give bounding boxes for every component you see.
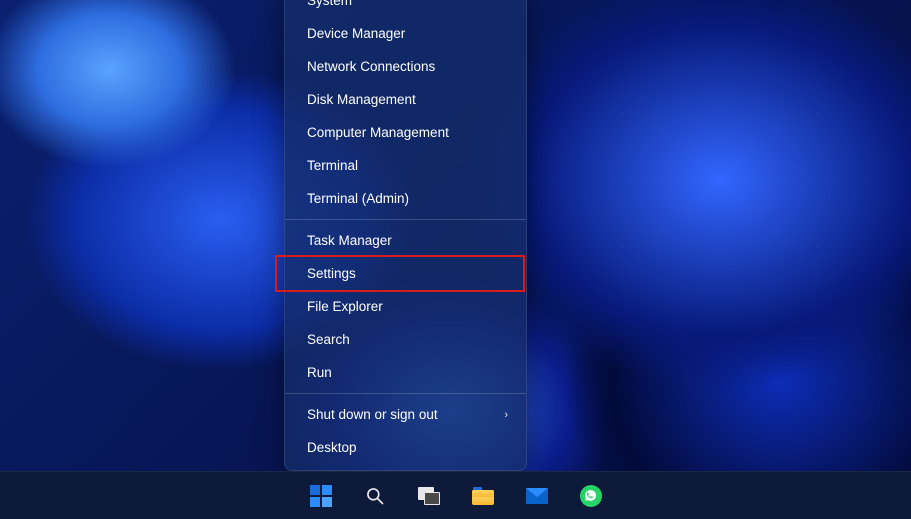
menu-label: Computer Management: [307, 125, 449, 140]
menu-item-shutdown-signout[interactable]: Shut down or sign out ›: [285, 398, 526, 431]
menu-separator: [285, 393, 526, 394]
menu-label: Shut down or sign out: [307, 407, 438, 422]
menu-label: Desktop: [307, 440, 357, 455]
menu-item-desktop[interactable]: Desktop: [285, 431, 526, 464]
mail-icon: [526, 488, 548, 504]
start-button[interactable]: [303, 478, 339, 514]
menu-item-terminal-admin[interactable]: Terminal (Admin): [285, 182, 526, 215]
menu-label: Disk Management: [307, 92, 416, 107]
file-explorer-button[interactable]: [465, 478, 501, 514]
search-button[interactable]: [357, 478, 393, 514]
menu-item-settings[interactable]: Settings: [285, 257, 526, 290]
menu-separator: [285, 219, 526, 220]
folder-icon: [472, 487, 494, 505]
menu-label: Run: [307, 365, 332, 380]
menu-item-computer-management[interactable]: Computer Management: [285, 116, 526, 149]
menu-item-file-explorer[interactable]: File Explorer: [285, 290, 526, 323]
menu-item-network-connections[interactable]: Network Connections: [285, 50, 526, 83]
menu-item-device-manager[interactable]: Device Manager: [285, 17, 526, 50]
menu-item-search[interactable]: Search: [285, 323, 526, 356]
menu-label: Settings: [307, 266, 356, 281]
menu-label: Network Connections: [307, 59, 435, 74]
menu-label: Terminal (Admin): [307, 191, 409, 206]
menu-item-system[interactable]: System: [285, 0, 526, 17]
mail-button[interactable]: [519, 478, 555, 514]
taskbar: [0, 471, 911, 519]
menu-label: Device Manager: [307, 26, 405, 41]
menu-label: System: [307, 0, 352, 8]
whatsapp-icon: [580, 485, 602, 507]
search-icon: [365, 486, 385, 506]
menu-item-run[interactable]: Run: [285, 356, 526, 389]
winx-context-menu: System Device Manager Network Connection…: [284, 0, 527, 471]
menu-item-disk-management[interactable]: Disk Management: [285, 83, 526, 116]
menu-item-terminal[interactable]: Terminal: [285, 149, 526, 182]
chevron-right-icon: ›: [504, 409, 508, 421]
menu-item-task-manager[interactable]: Task Manager: [285, 224, 526, 257]
task-view-icon: [418, 487, 440, 505]
menu-label: Search: [307, 332, 350, 347]
windows-logo-icon: [310, 485, 332, 507]
whatsapp-button[interactable]: [573, 478, 609, 514]
menu-label: Task Manager: [307, 233, 392, 248]
menu-label: File Explorer: [307, 299, 383, 314]
task-view-button[interactable]: [411, 478, 447, 514]
menu-label: Terminal: [307, 158, 358, 173]
